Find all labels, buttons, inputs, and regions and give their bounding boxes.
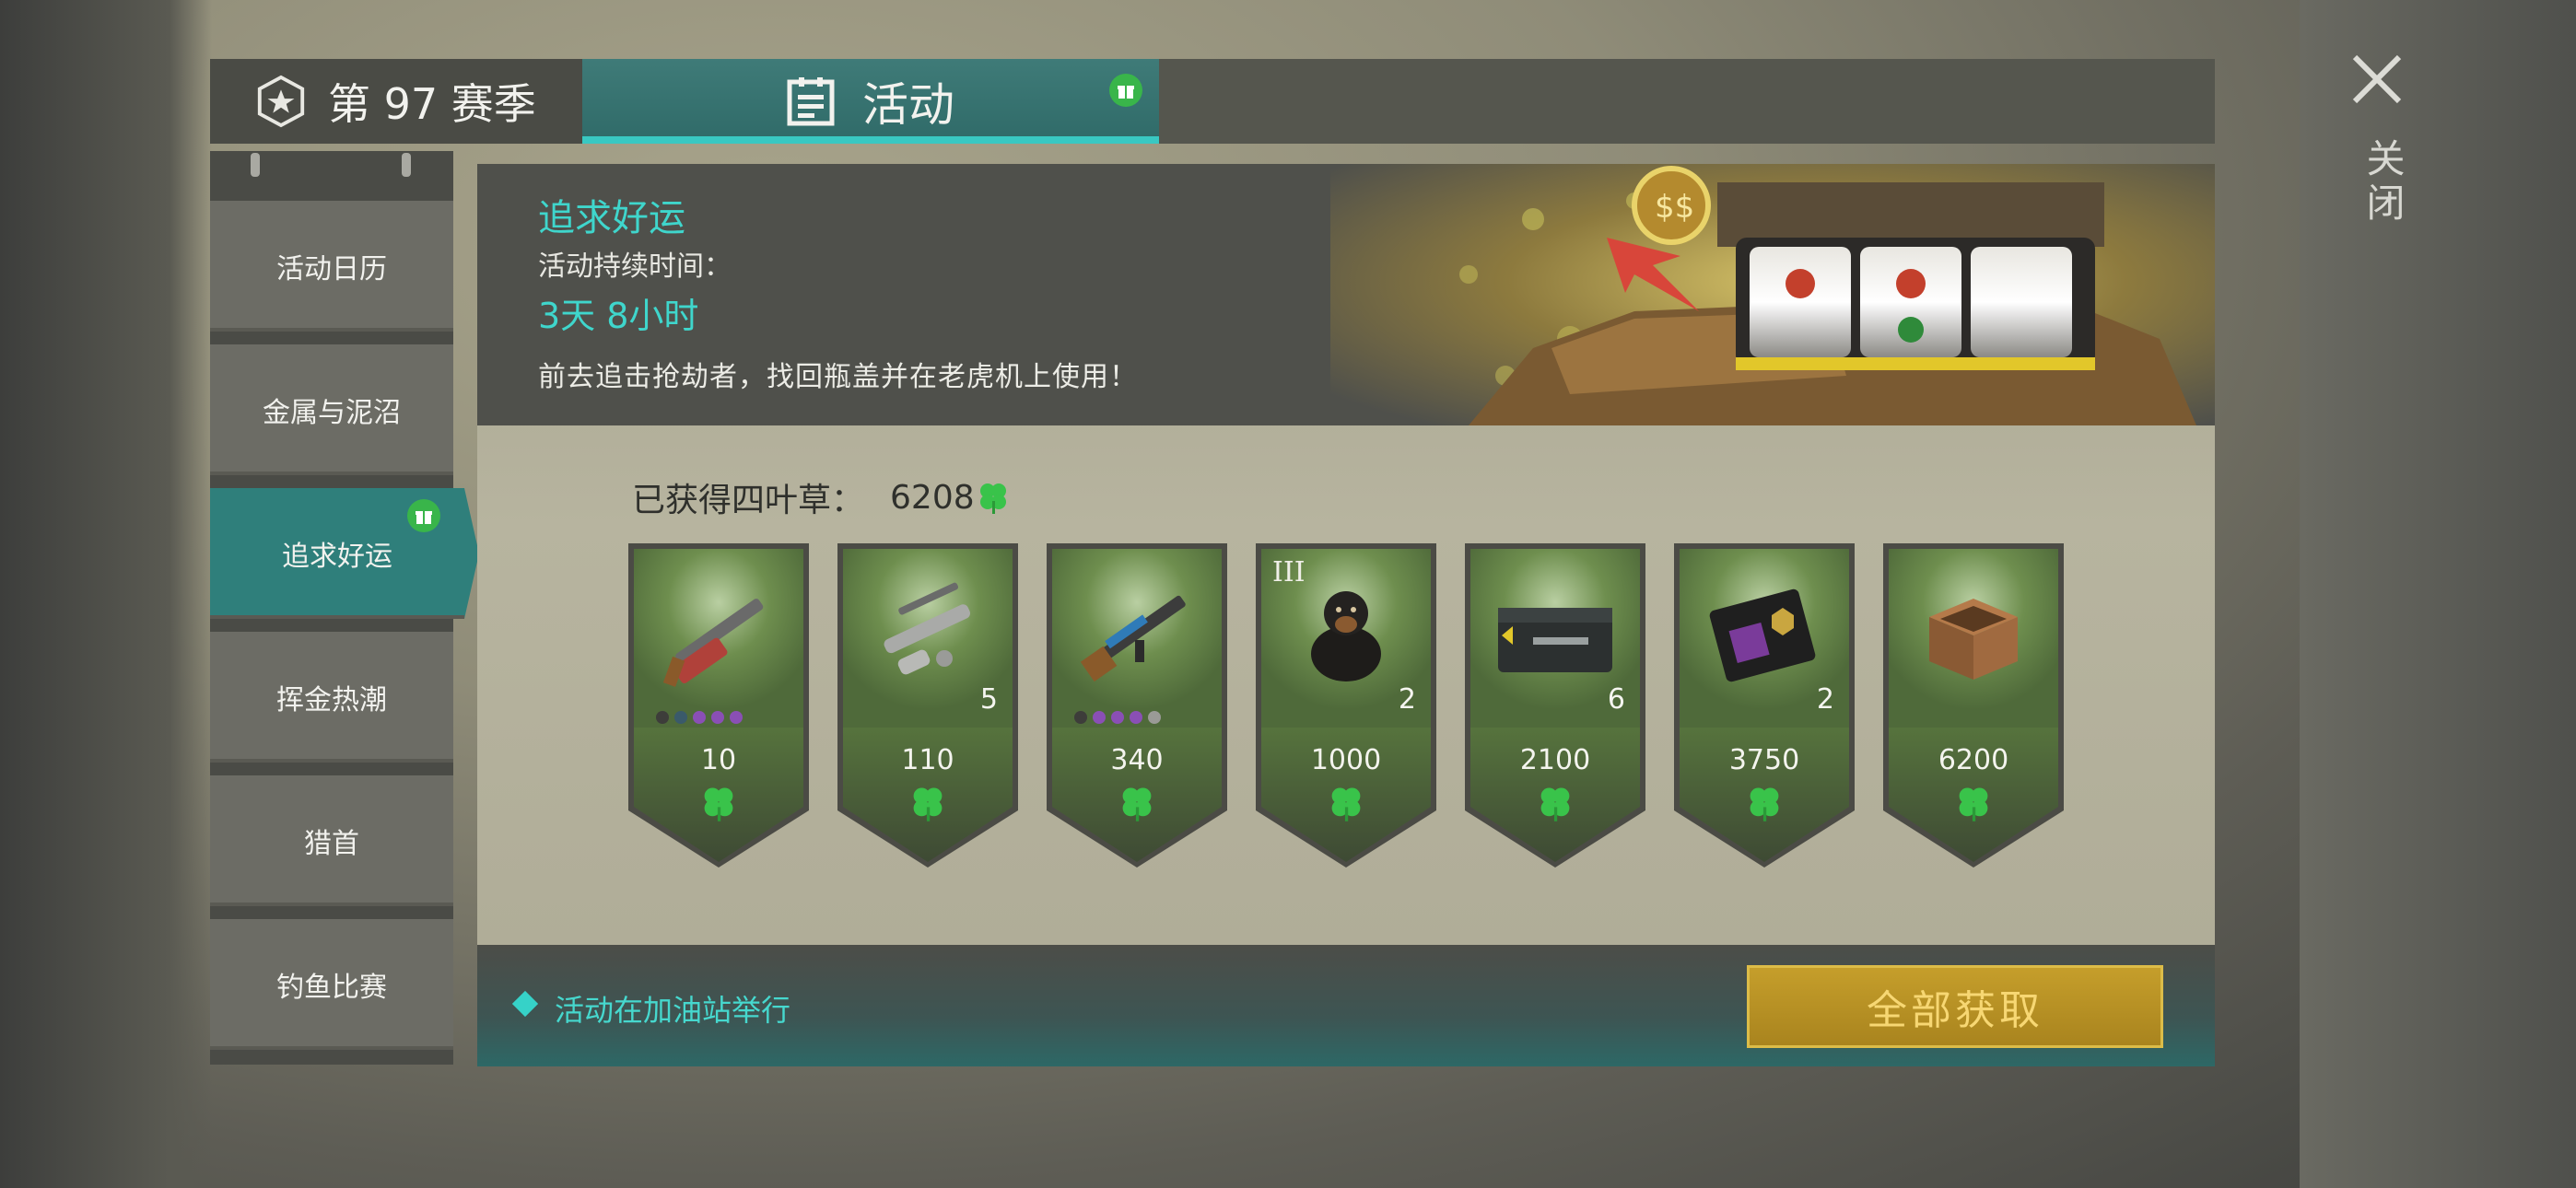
tab-season-label: 第 97 赛季 — [328, 79, 536, 129]
event-footer: 活动在加油站举行 全部获取 — [477, 945, 2215, 1066]
reward-price: 340 — [1110, 744, 1164, 776]
clover-icon — [1959, 787, 1988, 821]
rarity-dot — [730, 711, 743, 724]
reward-price: 3750 — [1728, 744, 1800, 776]
shotgun-icon — [662, 599, 764, 687]
claim-all-button[interactable]: 全部获取 — [1747, 965, 2163, 1048]
clover-icon — [704, 787, 733, 821]
sidebar-item-fishing-contest[interactable]: 钓鱼比赛 — [210, 919, 453, 1050]
event-duration-label: 活动持续时间： — [538, 250, 732, 283]
rottweiler-dog-icon — [1311, 591, 1381, 681]
sidebar-item-metal-mire[interactable]: 金属与泥沼 — [210, 344, 453, 475]
rarity-dot — [1111, 711, 1124, 724]
reward-price: 2100 — [1519, 744, 1591, 776]
weapon-crate-icon — [1498, 608, 1612, 672]
sidebar-item-gold-rush[interactable]: 挥金热潮 — [210, 632, 453, 763]
reward-card[interactable]: 5 110 — [837, 543, 1018, 875]
close-icon[interactable] — [2349, 52, 2405, 107]
reward-quantity: 5 — [979, 683, 998, 716]
pin — [251, 153, 260, 177]
event-panel: $$ 追求好运 活动持续时间： 3天 8小时 前去追击抢劫者，找回瓶盖并在老虎机… — [477, 164, 2215, 1066]
reward-card[interactable]: 10 — [628, 543, 809, 875]
clover-total: 已获得四叶草： 6208 — [632, 473, 1012, 521]
season-shield-icon — [257, 75, 305, 128]
rarity-dot — [711, 711, 724, 724]
rarity-dot — [656, 711, 669, 724]
weapon-parts-icon — [884, 582, 970, 675]
reward-card[interactable]: 340 — [1047, 543, 1227, 875]
reward-price: 10 — [700, 744, 737, 776]
sidebar-item-headhunt[interactable]: 猎首 — [210, 775, 453, 906]
pin — [402, 153, 411, 177]
rarity-dots — [1074, 711, 1161, 724]
gift-icon — [1109, 74, 1142, 107]
slot-machine-banner: $$ — [1330, 164, 2215, 425]
reward-card[interactable]: 6200 — [1883, 543, 2064, 875]
reward-price: 110 — [901, 744, 954, 776]
reward-card[interactable]: III 2 1000 — [1256, 543, 1436, 875]
rarity-dot — [674, 711, 687, 724]
sidebar-scroll-pins — [210, 151, 453, 179]
rarity-dot — [693, 711, 706, 724]
tab-season[interactable]: 第 97 赛季 — [210, 59, 582, 144]
clover-icon — [1122, 787, 1152, 821]
event-header: $$ 追求好运 活动持续时间： 3天 8小时 前去追击抢劫者，找回瓶盖并在老虎机… — [477, 164, 2215, 425]
rarity-dot — [1130, 711, 1142, 724]
sidebar-item-pursuit-of-luck[interactable]: 追求好运 — [210, 488, 479, 619]
clover-icon — [979, 483, 1006, 514]
reward-price: 6200 — [1938, 744, 2009, 776]
reward-price: 1000 — [1310, 744, 1382, 776]
tab-bar: 第 97 赛季 活动 — [210, 59, 2215, 144]
rarity-dots — [656, 711, 743, 724]
close-label[interactable]: 关闭 — [2355, 138, 2411, 227]
tab-activity-label: 活动 — [862, 78, 954, 132]
rarity-dot — [1093, 711, 1106, 724]
clover-icon — [1540, 787, 1570, 821]
event-title: 追求好运 — [538, 197, 685, 239]
calendar-icon — [787, 77, 835, 126]
rarity-dot — [1148, 711, 1161, 724]
sidebar-item-label: 活动日历 — [276, 253, 387, 285]
assault-rifle-icon — [1080, 595, 1186, 682]
reward-quantity: 6 — [1607, 683, 1625, 716]
sidebar: 活动日历 金属与泥沼 追求好运 挥金热潮 猎首 钓鱼比赛 — [210, 151, 479, 1065]
sidebar-item-label: 挥金热潮 — [276, 684, 387, 716]
sidebar-item-label: 猎首 — [304, 828, 359, 860]
sidebar-item-label: 钓鱼比赛 — [276, 972, 387, 1004]
sidebar-item-calendar[interactable]: 活动日历 — [210, 201, 453, 332]
diamond-icon — [511, 990, 539, 1018]
reward-list: 10 5 110 340 III 2 1000 6 2100 2 3750 62… — [628, 543, 2102, 875]
gift-icon — [407, 499, 440, 532]
background-right — [2300, 0, 2576, 1188]
reward-card[interactable]: 2 3750 — [1674, 543, 1855, 875]
tab-activity[interactable]: 活动 — [582, 59, 1159, 144]
event-description: 前去追击抢劫者，找回瓶盖并在老虎机上使用！ — [538, 361, 1138, 393]
clover-icon — [1331, 787, 1361, 821]
svg-text:$$: $$ — [1655, 189, 1694, 226]
background-left — [0, 0, 212, 1188]
rarity-dot — [1074, 711, 1087, 724]
reward-tier: III — [1272, 556, 1306, 588]
clover-icon — [1750, 787, 1779, 821]
clover-total-value: 6208 — [890, 478, 975, 517]
clover-icon — [913, 787, 943, 821]
reward-card[interactable]: 6 2100 — [1465, 543, 1645, 875]
reward-quantity: 2 — [1816, 683, 1834, 716]
sidebar-item-label: 金属与泥沼 — [263, 397, 401, 429]
wooden-crate-icon — [1929, 599, 2018, 680]
reward-quantity: 2 — [1398, 683, 1416, 716]
event-location-note: 活动在加油站举行 — [555, 993, 791, 1028]
police-badge-icon — [1709, 588, 1816, 682]
sidebar-item-label: 追求好运 — [282, 541, 392, 573]
event-duration: 3天 8小时 — [538, 296, 699, 336]
clover-total-label: 已获得四叶草： — [632, 482, 865, 519]
